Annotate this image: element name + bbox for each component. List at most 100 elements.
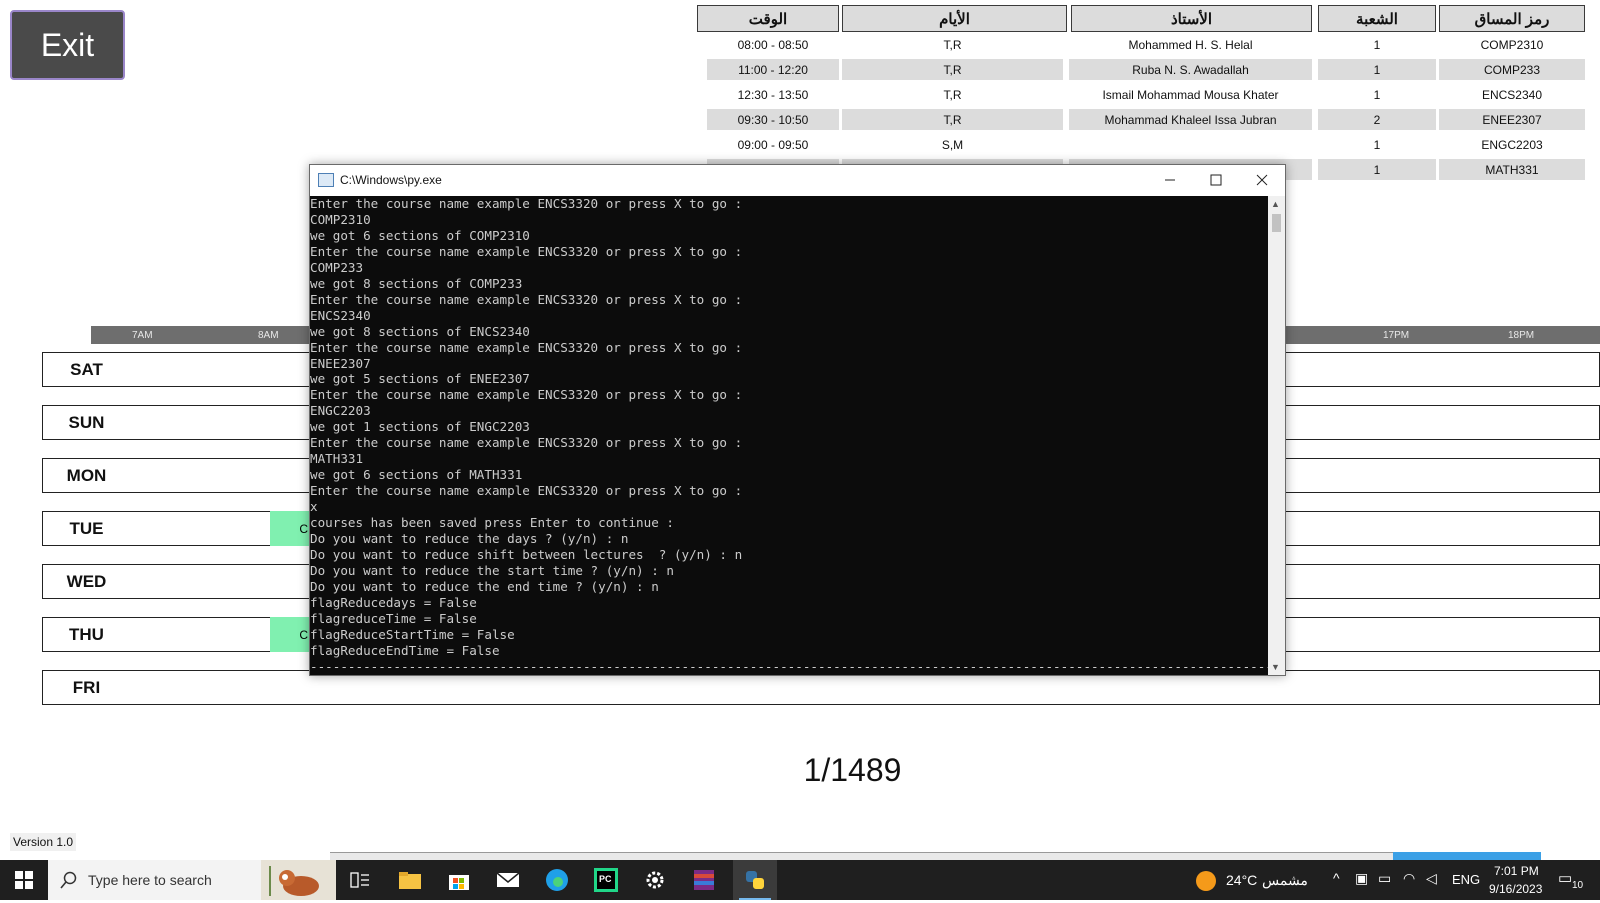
table-cell: Mohammed H. S. Helal xyxy=(1128,37,1253,52)
console-line: Enter the course name example ENCS3320 o… xyxy=(310,243,743,259)
table-cell: ENEE2307 xyxy=(1439,109,1585,130)
day-label-sun: SUN xyxy=(42,405,131,440)
search-highlight-image xyxy=(261,860,336,900)
console-line: flagReduceEndTime = False xyxy=(310,642,500,658)
header-instructor: الأستاذ xyxy=(1071,5,1312,32)
table-cell: 09:30 - 10:50 xyxy=(707,109,839,130)
table-cell: T,R xyxy=(842,59,1063,80)
scroll-up-icon[interactable]: ▲ xyxy=(1271,199,1280,209)
table-cell: 1 xyxy=(1373,37,1381,52)
start-button[interactable] xyxy=(0,860,48,900)
console-line: we got 6 sections of COMP2310 xyxy=(310,227,530,243)
taskbar: Type here to search PC 24°C مشمس ^ ▣ ▭ ◠… xyxy=(0,860,1600,900)
pycharm-button[interactable]: PC xyxy=(590,864,622,896)
header-time: الوقت xyxy=(697,5,839,32)
page-counter: 1/1489 xyxy=(803,752,902,788)
python-icon xyxy=(746,871,764,889)
notification-icon[interactable]: ▭ xyxy=(1558,869,1572,887)
table-cell: 1 xyxy=(1373,137,1381,152)
meet-now-icon[interactable]: ▣ xyxy=(1355,870,1368,887)
search-placeholder: Type here to search xyxy=(88,872,212,888)
close-icon xyxy=(1256,174,1268,186)
console-line: MATH331 xyxy=(310,451,364,467)
maximize-button[interactable] xyxy=(1193,165,1239,195)
winrar-icon xyxy=(694,870,714,890)
table-cell: 11:00 - 12:20 xyxy=(707,59,839,80)
console-line: COMP233 xyxy=(310,259,364,275)
table-cell: T,R xyxy=(842,109,1063,130)
header-days: الأيام xyxy=(842,5,1067,32)
pycharm-icon: PC xyxy=(594,868,618,892)
python-console-icon xyxy=(318,173,334,187)
table-cell: 12:30 - 13:50 xyxy=(737,87,809,102)
table-cell: COMP233 xyxy=(1439,59,1585,80)
console-line: ENEE2307 xyxy=(310,355,371,371)
console-window[interactable]: C:\Windows\py.exe Enter the course name … xyxy=(309,164,1286,676)
wifi-icon[interactable]: ◠ xyxy=(1403,870,1415,887)
weather-sun-icon[interactable] xyxy=(1196,871,1216,891)
console-line: we got 6 sections of MATH331 xyxy=(310,467,523,483)
table-cell: 1 xyxy=(1318,59,1436,80)
file-explorer-button[interactable] xyxy=(394,864,426,896)
table-cell: T,R xyxy=(943,37,962,52)
taskbar-search[interactable]: Type here to search xyxy=(48,860,336,900)
mail-button[interactable] xyxy=(492,864,524,896)
table-cell: Ismail Mohammad Mousa Khater xyxy=(1102,87,1279,102)
bottom-strip-accent xyxy=(1393,852,1541,860)
console-line: Enter the course name example ENCS3320 o… xyxy=(310,196,743,211)
svg-text:PC: PC xyxy=(599,874,612,884)
winrar-button[interactable] xyxy=(688,864,720,896)
task-view-button[interactable] xyxy=(344,864,376,896)
version-label: Version 1.0 xyxy=(10,833,77,851)
day-label-sat: SAT xyxy=(42,352,131,387)
console-line: ----------------------------------------… xyxy=(310,658,1268,674)
table-cell: 2 xyxy=(1318,109,1436,130)
table-cell: S,M xyxy=(941,137,964,152)
folder-icon xyxy=(399,872,421,889)
console-line: x xyxy=(310,499,318,515)
volume-icon[interactable]: ◁ xyxy=(1426,870,1437,887)
day-label-mon: MON xyxy=(42,458,131,493)
table-cell xyxy=(1069,134,1312,155)
console-scrollbar[interactable]: ▲ ▼ xyxy=(1268,196,1285,675)
console-line: we got 8 sections of COMP233 xyxy=(310,275,523,291)
console-line: courses has been saved press Enter to co… xyxy=(310,515,674,531)
close-button[interactable] xyxy=(1239,165,1285,195)
weather-condition[interactable]: مشمس xyxy=(1262,872,1308,889)
console-line: Do you want to reduce the days ? (y/n) :… xyxy=(310,531,629,547)
console-line: we got 1 sections of ENGC2203 xyxy=(310,419,530,435)
console-line: Enter the course name example ENCS3320 o… xyxy=(310,291,743,307)
exit-button[interactable]: Exit xyxy=(10,10,125,80)
console-titlebar[interactable]: C:\Windows\py.exe xyxy=(310,165,1285,195)
store-button[interactable] xyxy=(443,864,475,896)
header-course-code: رمز المساق xyxy=(1439,5,1585,32)
table-cell: 09:00 - 09:50 xyxy=(737,137,809,152)
search-icon xyxy=(60,871,77,889)
console-line: Enter the course name example ENCS3320 o… xyxy=(310,387,743,403)
course-block[interactable]: C xyxy=(270,511,310,546)
scroll-down-icon[interactable]: ▼ xyxy=(1271,662,1280,672)
table-cell: Ruba N. S. Awadallah xyxy=(1069,59,1312,80)
settings-button[interactable] xyxy=(639,864,671,896)
chevron-up-icon[interactable]: ^ xyxy=(1333,870,1340,886)
battery-icon[interactable]: ▭ xyxy=(1378,870,1391,887)
course-block[interactable]: C xyxy=(270,617,310,652)
weather-temperature[interactable]: 24°C xyxy=(1226,872,1257,888)
console-output[interactable]: Enter the course name example ENCS3320 o… xyxy=(310,196,1268,675)
language-indicator[interactable]: ENG xyxy=(1452,872,1480,887)
clock-date[interactable]: 9/16/2023 xyxy=(1489,882,1542,896)
hour-label: 7AM xyxy=(132,330,153,341)
clock-time[interactable]: 7:01 PM xyxy=(1494,864,1539,878)
windows-logo-icon xyxy=(15,871,33,889)
console-line: flagReduceStartTime = False xyxy=(310,626,515,642)
edge-button[interactable] xyxy=(541,864,573,896)
console-line: COMP2310 xyxy=(310,211,371,227)
scroll-thumb[interactable] xyxy=(1272,214,1281,232)
console-line: we got 5 sections of ENEE2307 xyxy=(310,371,530,387)
table-cell: COMP2310 xyxy=(1480,37,1544,52)
console-line: flagreduceTime = False xyxy=(310,610,477,626)
edge-browser-icon xyxy=(546,869,568,891)
red-panda-icon xyxy=(261,860,336,900)
python-console-taskbar-button[interactable] xyxy=(733,860,777,900)
minimize-button[interactable] xyxy=(1147,165,1193,195)
